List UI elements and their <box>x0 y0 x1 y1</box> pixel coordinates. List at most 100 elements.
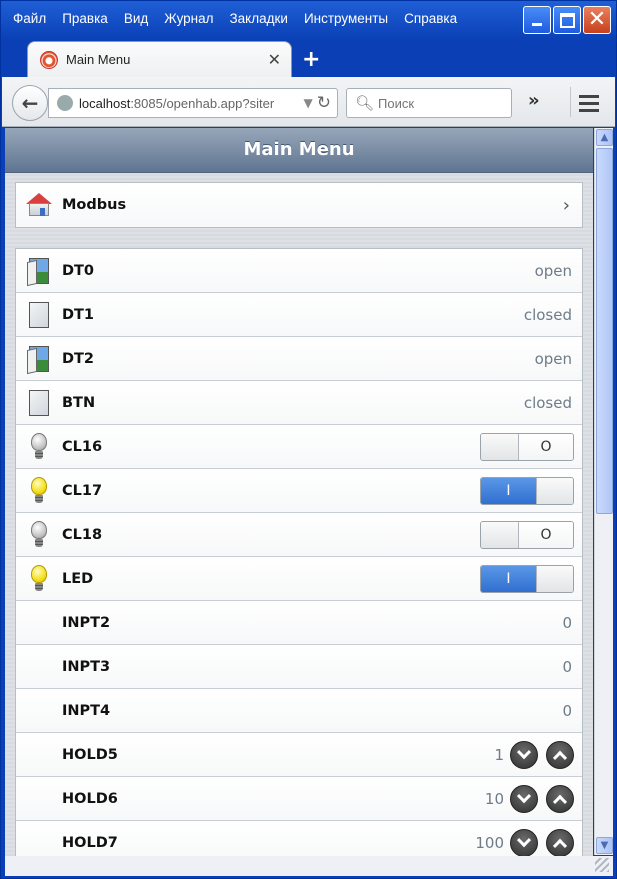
window-open-icon <box>29 345 49 372</box>
list-item: LED I <box>16 557 582 601</box>
overflow-chevron-icon[interactable]: » <box>528 90 540 111</box>
hamburger-bar <box>578 95 599 98</box>
search-input[interactable] <box>378 95 499 111</box>
increase-button[interactable] <box>546 829 574 857</box>
menu-file[interactable]: Файл <box>5 11 54 26</box>
group-item-modbus[interactable]: Modbus › <box>16 183 582 227</box>
decrease-button[interactable] <box>510 784 538 813</box>
list-item: BTN closed <box>16 381 582 425</box>
switch-state: O <box>519 521 573 548</box>
item-label: DT1 <box>62 306 95 323</box>
vertical-scrollbar[interactable]: ▲ ▼ <box>594 128 613 855</box>
chevron-down-icon <box>516 833 532 848</box>
list-item: INPT4 0 <box>16 689 582 733</box>
maximize-icon <box>560 13 575 28</box>
list-item: INPT3 0 <box>16 645 582 689</box>
item-label: HOLD5 <box>62 746 118 763</box>
menu-view[interactable]: Вид <box>116 11 156 26</box>
group-list: Modbus › <box>15 182 583 228</box>
menu-help[interactable]: Справка <box>396 11 465 26</box>
url-host: localhost <box>79 95 131 111</box>
switch-state: I <box>481 565 536 592</box>
back-button[interactable]: ← <box>12 85 48 121</box>
tab-main-menu[interactable]: Main Menu ✕ <box>27 41 292 77</box>
search-box[interactable]: 🔍︎ <box>346 88 512 118</box>
chevron-down-icon <box>516 788 532 803</box>
chevron-up-icon <box>552 794 568 809</box>
switch-knob <box>481 521 519 548</box>
chevron-right-icon: › <box>562 194 570 216</box>
bulb-off-icon <box>30 432 48 461</box>
bulb-on-icon <box>30 564 48 593</box>
reload-icon[interactable]: ↻ <box>317 93 331 113</box>
decrease-button[interactable] <box>510 740 538 769</box>
icon-cell <box>16 777 62 821</box>
item-label: LED <box>62 570 94 587</box>
page-title: Main Menu <box>5 128 593 173</box>
url-text[interactable]: localhost:8085/openhab.app?siter <box>79 96 300 111</box>
icon-cell <box>16 645 62 689</box>
increase-button[interactable] <box>546 784 574 813</box>
scroll-up-button[interactable]: ▲ <box>596 129 613 146</box>
browser-window: Файл Правка Вид Журнал Закладки Инструме… <box>0 0 617 879</box>
status-strip <box>5 856 613 876</box>
window-closed-icon <box>29 301 49 328</box>
list-item: INPT2 0 <box>16 601 582 645</box>
maximize-button[interactable] <box>553 6 581 34</box>
icon-cell <box>16 381 62 425</box>
item-value: 0 <box>562 613 572 632</box>
item-label: HOLD6 <box>62 790 118 807</box>
navigation-bar: localhost:8085/openhab.app?siter ▼ ↻ ← 🔍… <box>2 77 615 127</box>
close-window-button[interactable]: ✕ <box>583 6 611 34</box>
house-icon <box>26 193 52 217</box>
openhab-favicon-icon <box>40 50 58 69</box>
setpoint-value: 1 <box>494 745 504 764</box>
switch-toggle[interactable]: I <box>480 564 574 593</box>
chevron-down-icon <box>516 744 532 759</box>
bulb-on-icon <box>30 476 48 505</box>
minimize-button[interactable] <box>523 6 551 34</box>
item-value: 0 <box>562 701 572 720</box>
bulb-off-icon <box>30 520 48 549</box>
item-value: closed <box>523 393 572 412</box>
item-label: HOLD7 <box>62 835 118 851</box>
url-bar[interactable]: localhost:8085/openhab.app?siter ▼ ↻ <box>48 88 338 118</box>
menu-bar: Файл Правка Вид Журнал Закладки Инструме… <box>5 5 520 31</box>
switch-toggle[interactable]: O <box>480 432 574 461</box>
menu-bookmarks[interactable]: Закладки <box>222 11 296 26</box>
search-icon: 🔍︎ <box>355 94 375 112</box>
window-closed-icon <box>29 389 49 416</box>
switch-toggle[interactable]: I <box>480 476 574 505</box>
list-item: HOLD6 10 <box>16 777 582 821</box>
scroll-thumb[interactable] <box>596 148 613 514</box>
decrease-button[interactable] <box>510 829 538 857</box>
icon-cell <box>16 689 62 733</box>
resize-grip-icon[interactable] <box>595 858 609 872</box>
menu-edit[interactable]: Правка <box>54 11 116 26</box>
list-item: DT0 open <box>16 249 582 293</box>
item-label: INPT4 <box>62 702 111 719</box>
scroll-down-button[interactable]: ▼ <box>596 837 613 854</box>
hamburger-menu-button[interactable] <box>570 87 606 117</box>
icon-cell <box>16 469 62 513</box>
hamburger-bar <box>578 102 599 105</box>
item-label: CL16 <box>62 438 103 455</box>
menu-history[interactable]: Журнал <box>156 11 221 26</box>
switch-toggle[interactable]: O <box>480 520 574 549</box>
switch-state: I <box>481 477 536 504</box>
icon-cell <box>16 557 62 601</box>
icon-cell <box>16 293 62 337</box>
dropdown-arrow-icon[interactable]: ▼ <box>304 96 313 110</box>
list-item: HOLD5 1 <box>16 733 582 777</box>
back-arrow-icon: ← <box>21 91 39 115</box>
increase-button[interactable] <box>546 740 574 769</box>
item-value: open <box>534 261 572 280</box>
switch-knob <box>536 477 573 504</box>
menu-tools[interactable]: Инструменты <box>296 11 396 26</box>
hamburger-bar <box>578 109 599 112</box>
window-open-icon <box>29 257 49 284</box>
icon-cell <box>16 249 62 293</box>
new-tab-plus-icon[interactable]: + <box>302 47 320 72</box>
switch-state: O <box>519 433 573 460</box>
tab-close-icon[interactable]: ✕ <box>268 50 281 69</box>
